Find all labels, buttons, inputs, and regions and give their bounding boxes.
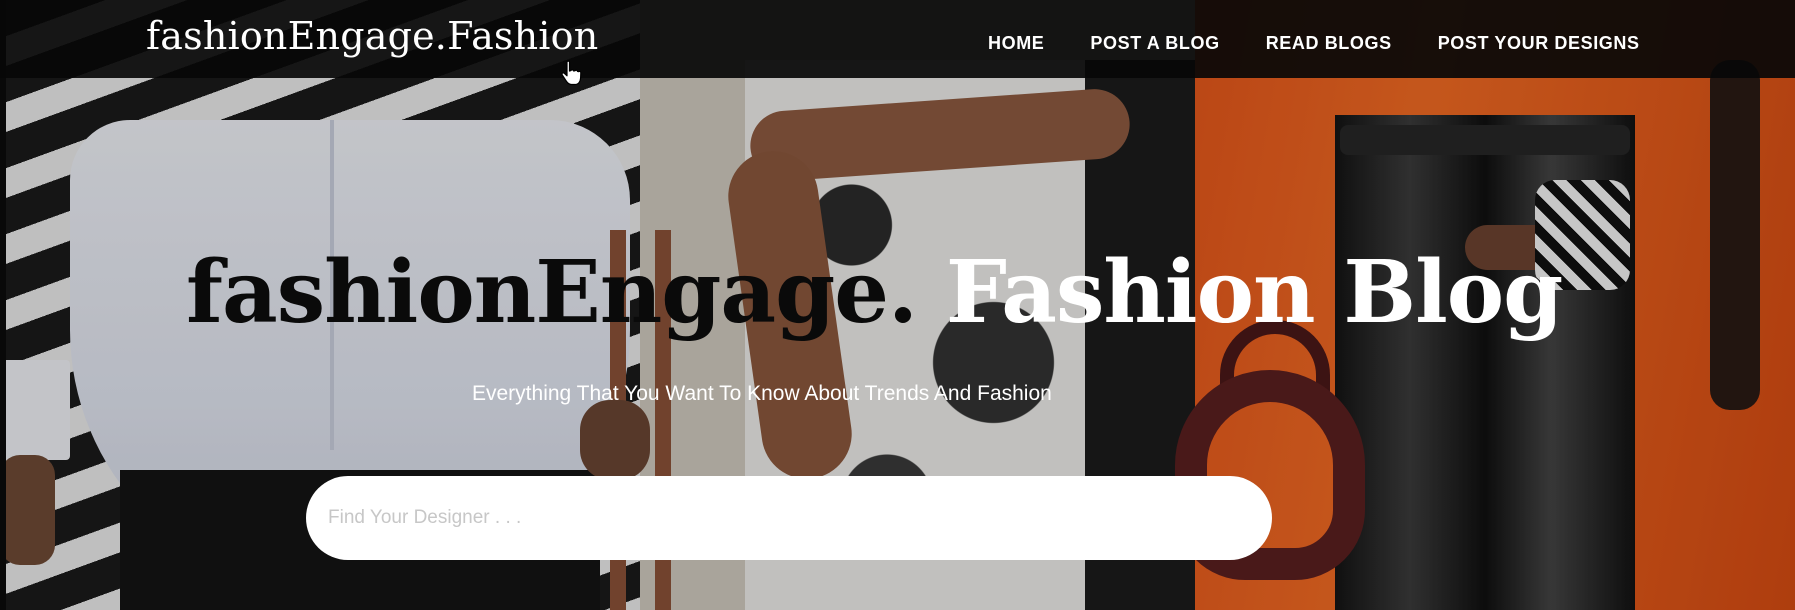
- search-box: [306, 476, 1272, 560]
- hero-title: fashionEngage. Fashion Blog: [186, 250, 1563, 336]
- hero-title-brand: fashionEngage.: [186, 242, 918, 343]
- brand-logo-link[interactable]: fashionEngage.Fashion: [146, 14, 598, 58]
- nav-link-post-a-blog[interactable]: POST A BLOG: [1090, 33, 1219, 54]
- navbar: fashionEngage.Fashion HOME POST A BLOG R…: [0, 0, 1795, 78]
- hero-title-fashion-blog: Fashion Blog: [945, 242, 1563, 343]
- nav-link-post-your-designs[interactable]: POST YOUR DESIGNS: [1438, 33, 1640, 54]
- hero-subtitle: Everything That You Want To Know About T…: [472, 382, 1052, 405]
- designer-search-input[interactable]: [306, 476, 1272, 560]
- nav-link-read-blogs[interactable]: READ BLOGS: [1266, 33, 1392, 54]
- hand-cursor-icon: [561, 60, 582, 86]
- nav-links: HOME POST A BLOG READ BLOGS POST YOUR DE…: [988, 33, 1640, 54]
- nav-link-home[interactable]: HOME: [988, 33, 1044, 54]
